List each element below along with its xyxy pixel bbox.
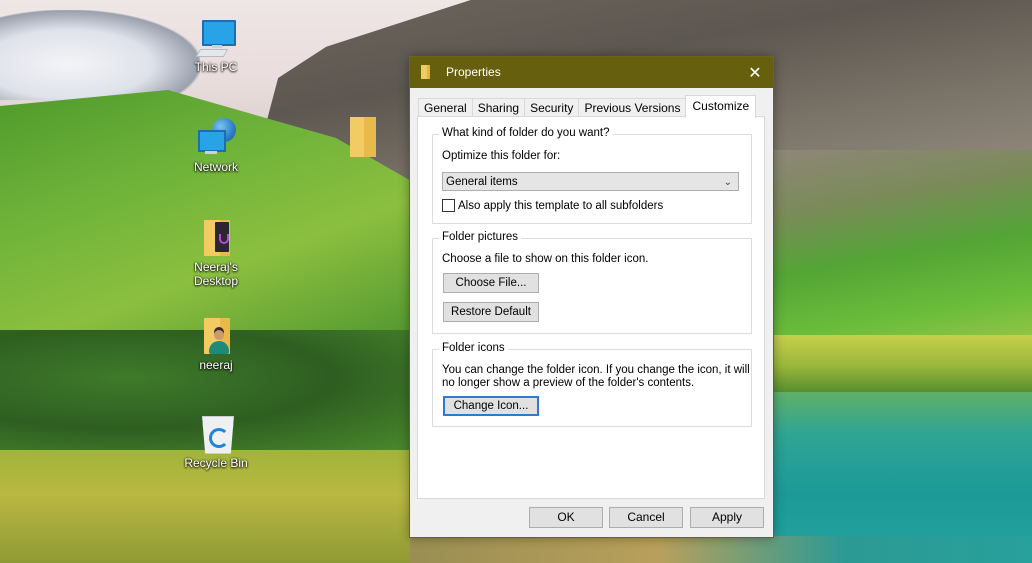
recycle-bin-icon	[196, 414, 236, 454]
user-folder-icon	[196, 316, 236, 356]
tab-general[interactable]: General	[418, 98, 473, 118]
customize-panel: What kind of folder do you want? Optimiz…	[417, 116, 765, 499]
group-legend: What kind of folder do you want?	[439, 127, 613, 139]
desktop-icon-label: neeraj	[199, 358, 233, 372]
desktop-icon-neerajs-desktop[interactable]: Neeraj's Desktop	[176, 218, 256, 288]
chevron-down-icon: ⌄	[723, 177, 732, 188]
optimize-folder-value: General items	[446, 176, 518, 188]
apply-button[interactable]: Apply	[690, 507, 764, 528]
optimize-label: Optimize this folder for:	[442, 150, 561, 162]
wallpaper-lake-edge	[410, 536, 1032, 563]
restore-default-button[interactable]: Restore Default	[443, 302, 539, 322]
folder-icon	[196, 218, 236, 258]
computer-icon	[195, 18, 236, 58]
desktop-icon-label: Neeraj's Desktop	[193, 260, 239, 288]
desktop-icon-label: Network	[193, 160, 238, 174]
choose-file-button[interactable]: Choose File...	[443, 273, 539, 293]
network-icon	[196, 118, 236, 158]
wallpaper-slope	[772, 150, 1032, 360]
folder-icons-group: Folder icons You can change the folder i…	[432, 342, 752, 427]
desktop-icon-label: Recycle Bin	[184, 456, 248, 470]
apply-subfolders-label: Also apply this template to all subfolde…	[458, 199, 664, 212]
close-button[interactable]: ✕	[737, 57, 773, 88]
desktop-folder-icon[interactable]	[350, 117, 376, 157]
tab-previous-versions[interactable]: Previous Versions	[578, 98, 687, 118]
folder-pictures-description: Choose a file to show on this folder ico…	[442, 253, 649, 265]
tab-sharing[interactable]: Sharing	[471, 98, 526, 118]
wallpaper-snow-peak	[0, 10, 200, 100]
tab-strip: General Sharing Security Previous Versio…	[418, 95, 757, 118]
dialog-titlebar[interactable]: Properties ✕	[410, 57, 773, 88]
folder-pictures-group: Folder pictures Choose a file to show on…	[432, 231, 752, 334]
ok-button[interactable]: OK	[529, 507, 603, 528]
desktop-icon-neeraj[interactable]: neeraj	[176, 316, 256, 372]
group-legend: Folder icons	[439, 342, 508, 354]
desktop-icon-this-pc[interactable]: This PC	[176, 18, 256, 74]
folder-icon	[421, 65, 430, 79]
group-legend: Folder pictures	[439, 231, 522, 243]
dialog-title: Properties	[446, 65, 501, 79]
folder-type-group: What kind of folder do you want? Optimiz…	[432, 127, 752, 224]
optimize-folder-select[interactable]: General items ⌄	[442, 172, 739, 191]
wallpaper-shore	[772, 335, 1032, 395]
desktop-icon-label: This PC	[194, 60, 238, 74]
folder-icons-description-line1: You can change the folder icon. If you c…	[442, 364, 750, 376]
cancel-button[interactable]: Cancel	[609, 507, 683, 528]
change-icon-button[interactable]: Change Icon...	[443, 396, 539, 416]
desktop-icon-recycle-bin[interactable]: Recycle Bin	[176, 414, 256, 470]
properties-dialog: Properties ✕ General Sharing Security Pr…	[409, 56, 774, 538]
apply-subfolders-row[interactable]: Also apply this template to all subfolde…	[442, 199, 663, 212]
tab-security[interactable]: Security	[524, 98, 580, 118]
tab-customize[interactable]: Customize	[685, 95, 757, 118]
folder-icons-description-line2: no longer show a preview of the folder's…	[442, 377, 695, 389]
desktop-icon-network[interactable]: Network	[176, 118, 256, 174]
apply-subfolders-checkbox[interactable]	[442, 199, 455, 212]
